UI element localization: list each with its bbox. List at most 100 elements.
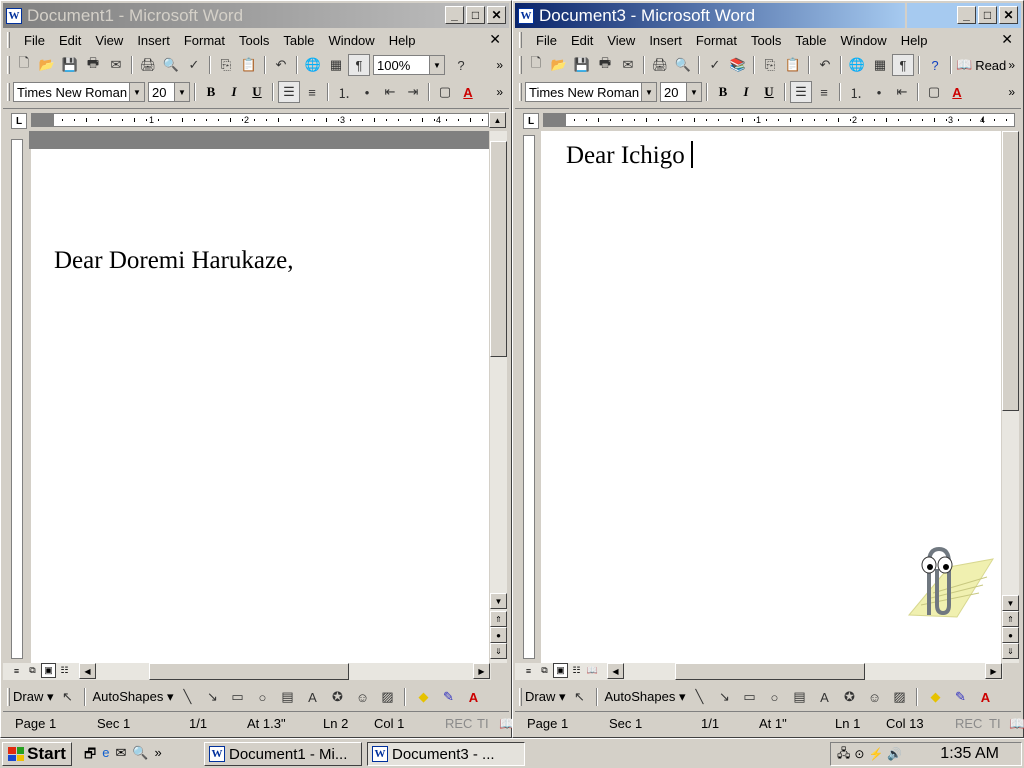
show-desktop-icon[interactable]: 🗗: [84, 745, 96, 767]
menu-tools[interactable]: Tools: [232, 33, 276, 48]
copy-icon[interactable]: ⎘: [215, 54, 237, 76]
font-size-select[interactable]: 20 ▼: [660, 82, 702, 102]
select-browse-object-button[interactable]: ●: [1002, 627, 1019, 643]
oval-icon[interactable]: ○: [251, 686, 273, 708]
autoshapes-menu[interactable]: AutoShapes ▾: [92, 689, 173, 705]
undo-icon[interactable]: ↶: [270, 54, 292, 76]
print-preview-icon[interactable]: 🔍: [160, 54, 182, 76]
menu-help[interactable]: Help: [894, 33, 935, 48]
status-rec[interactable]: REC: [445, 716, 472, 731]
permission-icon[interactable]: 🖶: [82, 54, 104, 76]
title-bar[interactable]: W Document1 - Microsoft Word _ □ ✕: [3, 3, 509, 28]
internet-explorer-icon[interactable]: e: [102, 745, 109, 767]
next-page-button[interactable]: ⇓: [1002, 643, 1019, 659]
oval-icon[interactable]: ○: [763, 686, 785, 708]
menu-tools[interactable]: Tools: [744, 33, 788, 48]
scroll-right-button[interactable]: ▶: [473, 663, 490, 679]
toolbar-options-icon[interactable]: »: [496, 58, 503, 72]
bold-button[interactable]: B: [712, 81, 734, 103]
font-select[interactable]: Times New Roman ▼: [13, 82, 145, 102]
next-page-button[interactable]: ⇓: [490, 643, 507, 659]
scroll-left-button[interactable]: ◀: [607, 663, 624, 679]
arrow-icon[interactable]: ↘: [201, 686, 223, 708]
select-objects-icon[interactable]: ↖: [56, 686, 78, 708]
menu-format[interactable]: Format: [177, 33, 232, 48]
font-color-icon[interactable]: A: [462, 686, 484, 708]
show-hide-icon[interactable]: ¶: [348, 54, 370, 76]
menu-help[interactable]: Help: [382, 33, 423, 48]
vertical-scrollbar[interactable]: ▼ ⇑ ● ⇓: [1002, 131, 1019, 663]
hscrollbar-thumb[interactable]: [675, 663, 865, 680]
outlook-express-icon[interactable]: ✉: [115, 745, 126, 767]
tab-selector[interactable]: L: [523, 113, 539, 129]
wordart-icon[interactable]: A: [301, 686, 323, 708]
horizontal-ruler[interactable]: L 1 2 3 4 ▲: [3, 108, 509, 130]
email-icon[interactable]: ✉: [105, 54, 127, 76]
autoshapes-menu[interactable]: AutoShapes ▾: [604, 689, 685, 705]
show-hide-icon[interactable]: ¶: [892, 54, 914, 76]
help-icon[interactable]: ?: [450, 54, 472, 76]
print-layout-icon[interactable]: ▣: [553, 663, 568, 678]
close-button[interactable]: ✕: [487, 6, 506, 24]
quicklaunch-more-icon[interactable]: »: [155, 745, 162, 767]
decrease-indent-icon[interactable]: ⇤: [891, 81, 913, 103]
research-icon[interactable]: 📚: [727, 54, 749, 76]
italic-button[interactable]: I: [735, 81, 757, 103]
bullets-icon[interactable]: •: [868, 81, 890, 103]
save-icon[interactable]: 💾: [571, 54, 593, 76]
font-color-icon[interactable]: A: [946, 81, 968, 103]
vertical-ruler[interactable]: [3, 131, 27, 663]
network-icon[interactable]: 🖧: [837, 744, 850, 765]
select-browse-object-button[interactable]: ●: [490, 627, 507, 643]
web-view-icon[interactable]: ⧉: [25, 663, 40, 678]
toolbar-options-icon[interactable]: »: [496, 85, 503, 99]
vertical-scrollbar[interactable]: ▼ ⇑ ● ⇓: [490, 131, 507, 663]
print-layout-icon[interactable]: ▣: [41, 663, 56, 678]
increase-indent-icon[interactable]: ⇥: [402, 81, 424, 103]
status-rec[interactable]: REC: [955, 716, 982, 731]
email-icon[interactable]: ✉: [617, 54, 639, 76]
scroll-down-button[interactable]: ▼: [1002, 595, 1019, 611]
rectangle-icon[interactable]: ▭: [226, 686, 248, 708]
menu-file[interactable]: File: [529, 33, 564, 48]
hyperlink-icon[interactable]: 🌐: [846, 54, 868, 76]
status-trk[interactable]: TI: [477, 716, 489, 731]
align-center-icon[interactable]: ≡: [301, 81, 323, 103]
font-size-select[interactable]: 20 ▼: [148, 82, 190, 102]
paste-icon[interactable]: 📋: [782, 54, 804, 76]
underline-button[interactable]: U: [758, 81, 780, 103]
hyperlink-icon[interactable]: 🌐: [302, 54, 324, 76]
picture-icon[interactable]: ▨: [888, 686, 910, 708]
table-icon[interactable]: ▦: [869, 54, 891, 76]
select-objects-icon[interactable]: ↖: [568, 686, 590, 708]
close-document-icon[interactable]: ✕: [489, 31, 501, 48]
outline-view-icon[interactable]: ☷: [57, 663, 72, 678]
volume-icon[interactable]: 🔊: [887, 747, 902, 761]
print-preview-icon[interactable]: 🔍: [672, 54, 694, 76]
maximize-button[interactable]: □: [978, 6, 997, 24]
horizontal-ruler[interactable]: L 1 2 3 4: [515, 108, 1021, 130]
hscrollbar-thumb[interactable]: [149, 663, 349, 680]
menu-view[interactable]: View: [88, 33, 130, 48]
normal-view-icon[interactable]: ≡: [9, 663, 24, 678]
word-app-icon[interactable]: W: [6, 7, 22, 24]
close-document-icon[interactable]: ✕: [1001, 31, 1013, 48]
menu-edit[interactable]: Edit: [564, 33, 600, 48]
save-icon[interactable]: 💾: [59, 54, 81, 76]
maximize-button[interactable]: □: [466, 6, 485, 24]
menu-format[interactable]: Format: [689, 33, 744, 48]
clipart-icon[interactable]: ☺: [863, 686, 885, 708]
decrease-indent-icon[interactable]: ⇤: [379, 81, 401, 103]
line-icon[interactable]: ╲: [176, 686, 198, 708]
permission-icon[interactable]: 🖶: [594, 54, 616, 76]
menu-window[interactable]: Window: [833, 33, 893, 48]
scroll-left-button[interactable]: ◀: [79, 663, 96, 679]
start-button[interactable]: Start: [2, 742, 72, 766]
zoom-select[interactable]: 100% ▼: [373, 55, 445, 75]
minimize-button[interactable]: _: [445, 6, 464, 24]
title-bar-end[interactable]: _ □ ✕: [907, 3, 1021, 28]
reading-layout-icon[interactable]: 📖: [585, 663, 600, 678]
textbox-icon[interactable]: ▤: [276, 686, 298, 708]
border-icon[interactable]: ▢: [434, 81, 456, 103]
line-icon[interactable]: ╲: [688, 686, 710, 708]
